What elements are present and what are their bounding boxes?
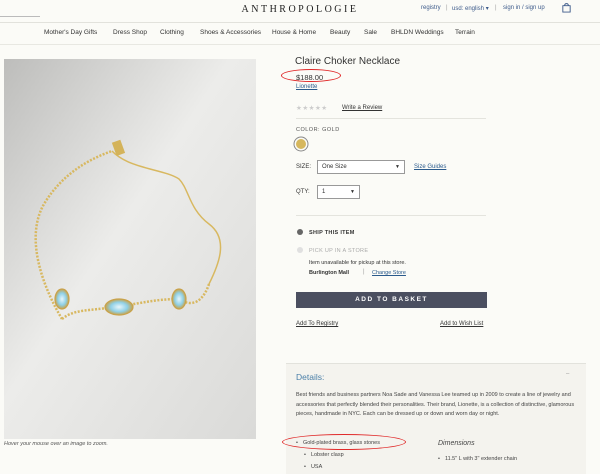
currency-selector[interactable]: usd: english ▾ [452,5,489,12]
material-highlight-circle [282,434,406,450]
search-input[interactable] [0,5,40,17]
dimensions-heading: Dimensions [438,440,475,447]
price-highlight-circle [281,69,341,82]
top-bar: ANTHROPOLOGIE registry | usd: english ▾ … [0,0,600,22]
pickup-store-radio[interactable] [297,247,303,253]
size-label: SIZE: [296,164,312,170]
bullet-clasp: Lobster clasp [304,452,344,458]
add-to-registry-link[interactable]: Add To Registry [296,321,338,327]
pickup-unavailable-text: Item unavailable for pickup at this stor… [309,260,406,266]
zoom-hint: Hover your mouse over an image to zoom. [4,441,108,447]
chevron-down-icon: ▼ [350,189,355,195]
site-logo[interactable]: ANTHROPOLOGIE [205,4,395,15]
divider: | [495,5,497,11]
divider [296,118,486,119]
nav-item-clothing[interactable]: Clothing [160,29,184,36]
nav-item-sale[interactable]: Sale [364,29,377,36]
nav-item-dress-shop[interactable]: Dress Shop [113,29,147,36]
details-heading[interactable]: Details: [296,372,324,382]
add-to-wishlist-link[interactable]: Add to Wish List [440,321,483,327]
dimension-item: 11.5" L with 3" extender chain [438,456,517,462]
nav-item-mothers-day[interactable]: Mother's Day Gifts [44,29,97,36]
write-review-link[interactable]: Write a Review [342,105,382,111]
store-name: Burlington Mall [309,270,350,276]
divider [296,215,486,216]
quantity-select[interactable]: 1 ▼ [317,185,360,199]
color-swatch-gold[interactable] [296,139,306,149]
collapse-icon[interactable]: – [566,371,569,377]
chevron-down-icon: ▼ [395,164,400,170]
necklace-photo [4,59,256,439]
product-image[interactable] [4,59,256,439]
nav-item-bhldn-weddings[interactable]: BHLDN Weddings [391,29,444,36]
ship-item-radio[interactable] [297,229,303,235]
bullet-origin: USA [304,464,322,470]
rating-stars: ★★★★★ [296,105,328,112]
nav-divider [0,44,600,45]
details-description: Best friends and business partners Noa S… [296,392,575,418]
pickup-store-label: PICK UP IN A STORE [309,248,369,254]
qty-label: QTY: [296,189,310,195]
size-select-value: One Size [322,164,347,170]
nav-item-terrain[interactable]: Terrain [455,29,475,36]
ship-item-label: SHIP THIS ITEM [309,230,355,236]
store-separator: | [363,269,365,275]
shopping-bag-icon[interactable] [561,2,572,13]
nav-item-beauty[interactable]: Beauty [330,29,350,36]
color-label: COLOR: GOLD [296,127,340,133]
change-store-link[interactable]: Change Store [372,270,406,276]
size-guides-link[interactable]: Size Guides [414,164,446,170]
product-title: Claire Choker Necklace [295,56,401,67]
registry-link[interactable]: registry [421,5,441,11]
size-select[interactable]: One Size ▼ [317,160,405,174]
add-to-basket-button[interactable]: ADD TO BASKET [296,292,487,308]
nav-item-shoes-accessories[interactable]: Shoes & Accessories [200,29,261,36]
divider: | [446,5,448,11]
brand-link[interactable]: Lionette [296,84,317,90]
header-divider [0,22,600,23]
quantity-select-value: 1 [322,189,326,195]
nav-item-house-home[interactable]: House & Home [272,29,316,36]
sign-in-link[interactable]: sign in / sign up [503,5,545,11]
